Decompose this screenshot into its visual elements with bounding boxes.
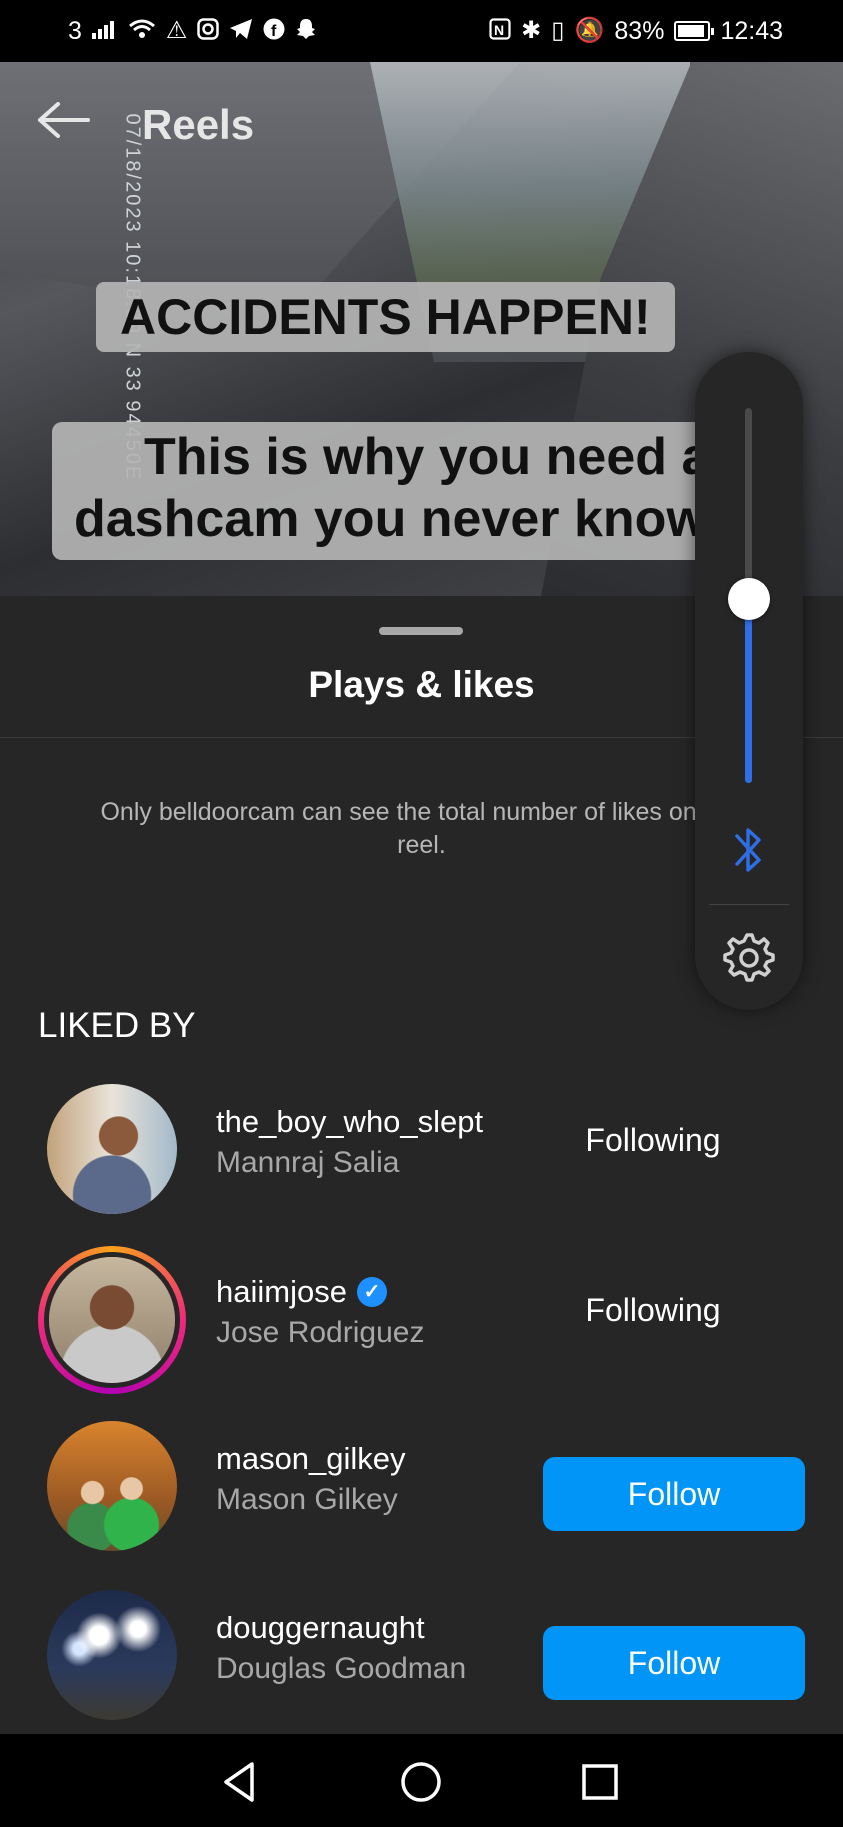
liker-row[interactable]: douggernaught Douglas Goodman Follow bbox=[0, 1590, 843, 1730]
liker-row[interactable]: the_boy_who_slept Mannraj Salia Followin… bbox=[0, 1084, 843, 1224]
mute-icon: 🔕 bbox=[574, 17, 605, 44]
liker-full-name: Jose Rodriguez bbox=[216, 1316, 425, 1349]
telegram-icon bbox=[229, 18, 253, 45]
vibrate-icon: ▯ bbox=[551, 17, 565, 44]
liker-row[interactable]: mason_gilkey Mason Gilkey Follow bbox=[0, 1421, 843, 1561]
caption-body-line2: dashcam you never know bbox=[74, 490, 707, 548]
top-bar: Reels bbox=[36, 100, 254, 149]
follow-button[interactable]: Follow bbox=[543, 1457, 805, 1531]
avatar[interactable] bbox=[47, 1421, 177, 1551]
liker-username[interactable]: haiimjose ✓ bbox=[216, 1274, 387, 1310]
liker-username[interactable]: the_boy_who_slept bbox=[216, 1104, 483, 1140]
following-button[interactable]: Following bbox=[563, 1122, 743, 1159]
battery-percent: 83% bbox=[614, 16, 665, 45]
volume-slider-handle[interactable] bbox=[728, 578, 770, 620]
bluetooth-icon[interactable] bbox=[729, 820, 769, 880]
liker-full-name: Douglas Goodman bbox=[216, 1652, 467, 1685]
warning-icon: ⚠ bbox=[165, 17, 188, 44]
snapchat-icon bbox=[295, 18, 317, 45]
status-right: N ✱ ▯ 🔕 83% 12:43 bbox=[489, 17, 783, 46]
likes-privacy-notice: Only belldoorcam can see the total numbe… bbox=[100, 798, 743, 859]
arrow-left-icon[interactable] bbox=[36, 100, 92, 149]
volume-panel-divider bbox=[709, 904, 789, 905]
avatar[interactable] bbox=[47, 1084, 177, 1214]
wifi-icon bbox=[128, 18, 156, 45]
volume-panel bbox=[695, 352, 803, 1010]
instagram-icon bbox=[197, 17, 220, 45]
svg-text:f: f bbox=[271, 23, 277, 40]
clock: 12:43 bbox=[720, 16, 783, 45]
avatar-with-story-ring[interactable] bbox=[38, 1246, 186, 1394]
gear-icon[interactable] bbox=[721, 930, 777, 986]
liker-row[interactable]: haiimjose ✓ Jose Rodriguez Following bbox=[0, 1246, 843, 1394]
status-left: 3 ⚠ f bbox=[68, 17, 317, 46]
facebook-icon: f bbox=[263, 18, 285, 45]
page-title: Reels bbox=[142, 100, 255, 148]
nav-recents-icon[interactable] bbox=[572, 1754, 628, 1810]
volume-level-fill bbox=[745, 599, 752, 783]
nav-home-icon[interactable] bbox=[393, 1754, 449, 1810]
system-nav-bar bbox=[0, 1734, 843, 1827]
signal-icon bbox=[91, 19, 118, 44]
follow-button[interactable]: Follow bbox=[543, 1626, 805, 1700]
caption-body-line1: This is why you need a bbox=[144, 428, 711, 486]
battery-icon bbox=[674, 21, 715, 41]
carrier-label: 3 bbox=[68, 16, 82, 45]
liked-by-header: LIKED BY bbox=[38, 1006, 196, 1045]
caption-headline: ACCIDENTS HAPPEN! bbox=[96, 282, 675, 352]
status-bar: 3 ⚠ f N ✱ ▯ 🔕 83% 12:43 bbox=[0, 0, 843, 62]
liker-username[interactable]: douggernaught bbox=[216, 1610, 425, 1646]
verified-badge-icon: ✓ bbox=[356, 1277, 387, 1307]
nav-back-icon[interactable] bbox=[212, 1754, 268, 1810]
liker-full-name: Mason Gilkey bbox=[216, 1483, 398, 1516]
bluetooth-status-icon: ✱ bbox=[521, 17, 542, 44]
svg-text:N: N bbox=[494, 22, 504, 38]
avatar[interactable] bbox=[47, 1590, 177, 1720]
caption-body: This is why you need a dashcam you never… bbox=[52, 422, 733, 560]
nfc-icon: N bbox=[489, 17, 511, 45]
liker-full-name: Mannraj Salia bbox=[216, 1146, 400, 1179]
sheet-drag-handle[interactable] bbox=[379, 627, 463, 635]
following-button[interactable]: Following bbox=[563, 1292, 743, 1329]
liker-username[interactable]: mason_gilkey bbox=[216, 1441, 406, 1477]
